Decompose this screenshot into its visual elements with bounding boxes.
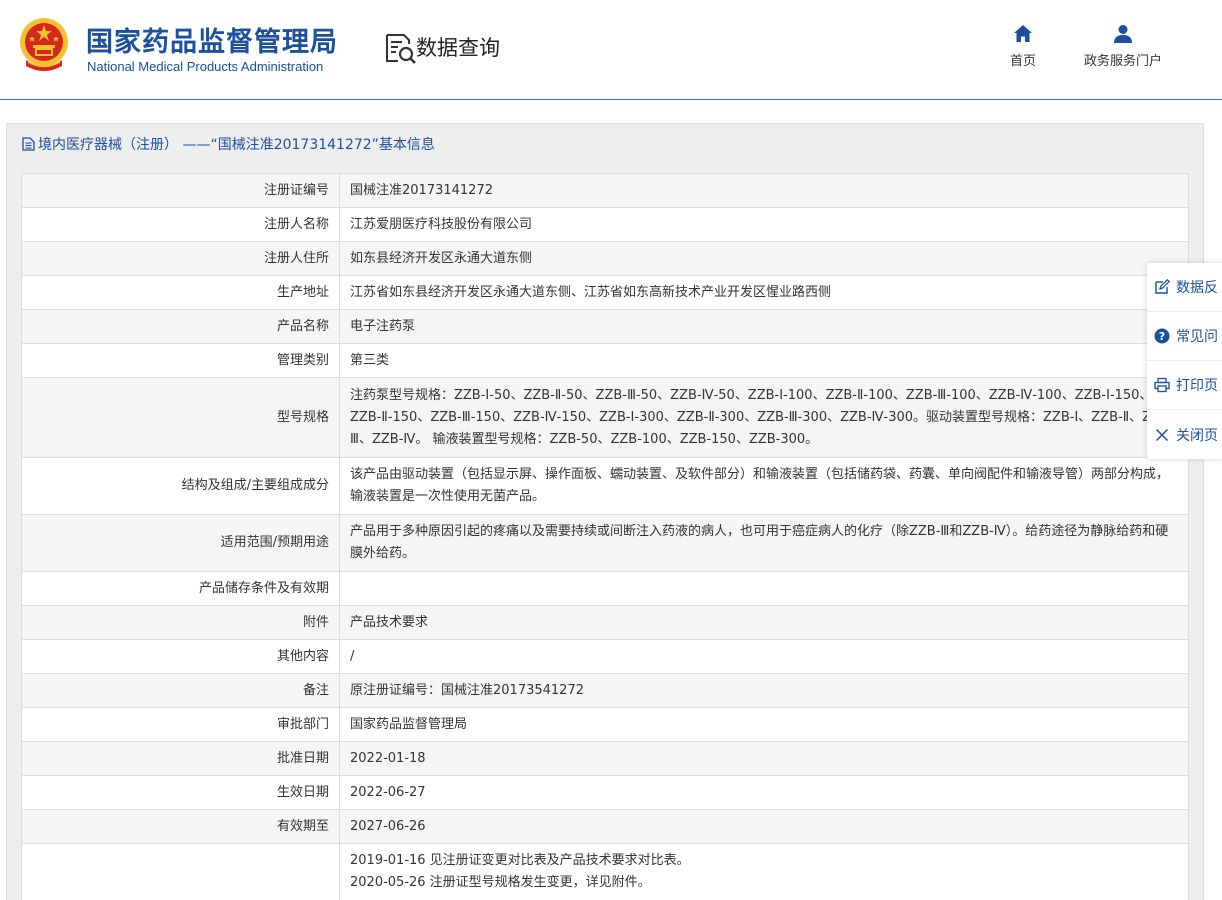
national-emblem-icon [20, 18, 68, 71]
row-label: 生产地址 [21, 275, 340, 310]
change-history-item: 2020-05-26 注册证型号规格发生变更，详见附件。 [350, 875, 651, 890]
user-icon [1114, 25, 1132, 43]
table-row: 生效日期 2022-06-27 [21, 775, 1189, 810]
row-label: 审批部门 [21, 707, 340, 742]
row-value: 该产品由驱动装置（包括显示屏、操作面板、蠕动装置、及软件部分）和输液装置（包括储… [339, 457, 1189, 515]
close-icon [1155, 428, 1169, 441]
data-feedback-label: 数据反 [1176, 280, 1218, 296]
row-label: 注册人名称 [21, 207, 340, 242]
printer-icon [1154, 377, 1170, 393]
row-value[interactable]: 产品技术要求 [339, 605, 1189, 640]
row-value: 原注册证编号：国械注准20173541272 [339, 673, 1189, 708]
row-label: 批准日期 [21, 741, 340, 776]
table-row: 2019-01-16 见注册证变更对比表及产品技术要求对比表。 2020-05-… [21, 843, 1189, 900]
row-value: 第三类 [339, 343, 1189, 378]
org-name-cn[interactable]: 国家药品监督管理局 [86, 20, 338, 59]
panel-title: 境内医疗器械（注册） ——“国械注准20173141272”基本信息 [22, 134, 435, 154]
table-row: 产品储存条件及有效期 [21, 571, 1189, 606]
faq-label: 常见问 [1176, 329, 1218, 345]
svg-text:?: ? [1159, 330, 1165, 343]
row-label: 注册人住所 [21, 241, 340, 276]
row-value [339, 571, 1189, 606]
table-row: 其他内容 / [21, 639, 1189, 674]
table-row: 注册人名称 江苏爱朋医疗科技股份有限公司 [21, 207, 1189, 242]
data-query-title: 数据查询 [416, 36, 500, 60]
table-row: 附件 产品技术要求 [21, 605, 1189, 640]
table-row: 批准日期 2022-01-18 [21, 741, 1189, 776]
row-value: 江苏省如东县经济开发区永通大道东侧、江苏省如东高新技术产业开发区惺业路西侧 [339, 275, 1189, 310]
change-history: 2019-01-16 见注册证变更对比表及产品技术要求对比表。 2020-05-… [339, 843, 1189, 900]
row-value: 如东县经济开发区永通大道东侧 [339, 241, 1189, 276]
nav-gov-service-link[interactable]: 政务服务门户 [1073, 24, 1173, 69]
close-page-button[interactable]: 关闭页 [1147, 410, 1222, 459]
table-row: 有效期至 2027-06-26 [21, 809, 1189, 844]
row-label [21, 843, 340, 900]
row-value: 2022-06-27 [339, 775, 1189, 810]
row-label: 附件 [21, 605, 340, 640]
row-value: / [339, 639, 1189, 674]
change-history-item: 2019-01-16 见注册证变更对比表及产品技术要求对比表。 [350, 853, 690, 868]
row-label: 型号规格 [21, 377, 340, 458]
row-value: 2027-06-26 [339, 809, 1189, 844]
row-label: 产品名称 [21, 309, 340, 344]
faq-button[interactable]: ? 常见问 [1147, 312, 1222, 361]
row-label: 备注 [21, 673, 340, 708]
close-page-label: 关闭页 [1176, 427, 1218, 444]
table-row: 审批部门 国家药品监督管理局 [21, 707, 1189, 742]
table-row: 生产地址 江苏省如东县经济开发区永通大道东侧、江苏省如东高新技术产业开发区惺业路… [21, 275, 1189, 310]
data-feedback-button[interactable]: 数据反 [1147, 263, 1222, 312]
nav-gov-service-label: 政务服务门户 [1083, 54, 1162, 69]
table-row: 适用范围/预期用途 产品用于多种原因引起的疼痛以及需要持续或间断注入药液的病人，… [21, 514, 1189, 572]
site-header: 国家药品监督管理局 National Medical Products Admi… [0, 0, 1222, 100]
side-toolbar: 数据反 ? 常见问 打印页 关闭页 [1147, 263, 1222, 459]
nav-home-link[interactable]: 首页 [1000, 24, 1046, 69]
print-page-button[interactable]: 打印页 [1147, 361, 1222, 410]
registration-info-table: 注册证编号 国械注准20173141272 注册人名称 江苏爱朋医疗科技股份有限… [21, 173, 1189, 900]
row-value: 注药泵型号规格：ZZB-Ⅰ-50、ZZB-Ⅱ-50、ZZB-Ⅲ-50、ZZB-Ⅳ… [339, 377, 1189, 458]
home-icon [1014, 25, 1032, 42]
org-name-en[interactable]: National Medical Products Administration [87, 59, 323, 74]
row-value: 电子注药泵 [339, 309, 1189, 344]
table-row: 型号规格 注药泵型号规格：ZZB-Ⅰ-50、ZZB-Ⅱ-50、ZZB-Ⅲ-50、… [21, 377, 1189, 458]
row-value: 国械注准20173141272 [339, 173, 1189, 208]
data-query-icon [386, 34, 416, 64]
table-row: 产品名称 电子注药泵 [21, 309, 1189, 344]
table-row: 注册人住所 如东县经济开发区永通大道东侧 [21, 241, 1189, 276]
row-label: 适用范围/预期用途 [21, 514, 340, 572]
table-row: 结构及组成/主要组成成分 该产品由驱动装置（包括显示屏、操作面板、蠕动装置、及软… [21, 457, 1189, 515]
table-row: 注册证编号 国械注准20173141272 [21, 173, 1189, 208]
row-value: 国家药品监督管理局 [339, 707, 1189, 742]
row-value: 产品用于多种原因引起的疼痛以及需要持续或间断注入药液的病人，也可用于癌症病人的化… [339, 514, 1189, 572]
print-page-label: 打印页 [1176, 378, 1218, 394]
row-label: 有效期至 [21, 809, 340, 844]
row-label: 管理类别 [21, 343, 340, 378]
row-label: 产品储存条件及有效期 [21, 571, 340, 606]
nav-home-label: 首页 [1009, 54, 1036, 69]
row-value: 江苏爱朋医疗科技股份有限公司 [339, 207, 1189, 242]
row-label: 其他内容 [21, 639, 340, 674]
row-value: 2022-01-18 [339, 741, 1189, 776]
row-label: 注册证编号 [21, 173, 340, 208]
row-label: 生效日期 [21, 775, 340, 810]
row-label: 结构及组成/主要组成成分 [21, 457, 340, 515]
document-icon [22, 137, 35, 151]
edit-icon [1155, 279, 1170, 294]
table-row: 备注 原注册证编号：国械注准20173541272 [21, 673, 1189, 708]
panel-title-text: 境内医疗器械（注册） ——“国械注准20173141272”基本信息 [38, 137, 435, 153]
table-row: 管理类别 第三类 [21, 343, 1189, 378]
question-icon: ? [1154, 328, 1170, 344]
